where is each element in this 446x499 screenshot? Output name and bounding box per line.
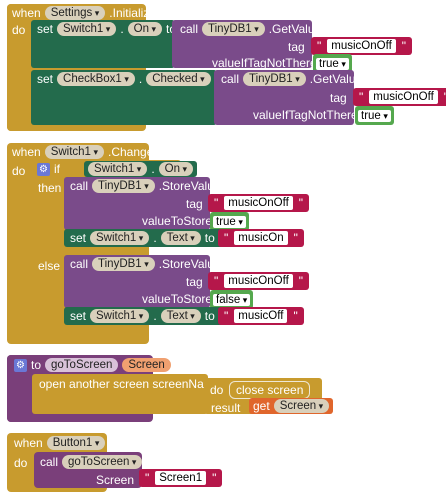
property-dropdown-on[interactable]: On [127,22,163,36]
property-dropdown-text[interactable]: Text [160,309,201,323]
storevalue-header-then: call TinyDB1 .StoreValue [70,179,221,193]
tag-label: tag [186,197,203,211]
value-if-tag-not-there-label: valueIfTagNotThere [212,56,317,70]
else-label: else [38,259,61,273]
component-dropdown-settings[interactable]: Settings [44,6,106,20]
value-to-store-label: valueToStore [142,292,213,306]
text-block-musicon[interactable]: " musicOn " [218,229,304,247]
text-block-musiconoff[interactable]: "musicOnOff" [208,194,310,212]
switch1-on-getter-block[interactable]: Switch1 . On [84,161,198,177]
text-block-screen1[interactable]: " Screen1 " [139,469,223,487]
procedure-header: ⚙ to goToScreen Screen [14,358,171,372]
if-header: ⚙ if [37,162,60,176]
component-dropdown-switch1[interactable]: Switch1 [90,309,150,323]
set-switch1-on-header: set Switch1 . On to [37,22,176,36]
do-label: do [14,456,28,470]
component-dropdown-tinydb1[interactable]: TinyDB1 [92,179,155,193]
do-label: do [12,164,26,178]
component-dropdown-switch1[interactable]: Switch1 [90,231,150,245]
close-screen-block[interactable]: close screen [229,381,311,399]
switch1-changed-header: when Switch1 .Changed [12,145,160,159]
set-checkbox1-header: set CheckBox1 . Checked to [37,72,225,86]
then-label: then [38,181,62,195]
tag-label: tag [330,91,347,105]
screen-arg-label: Screen [96,473,135,487]
tag-label: tag [288,40,305,54]
result-label: result [211,401,241,415]
gear-icon[interactable]: ⚙ [14,358,27,372]
property-dropdown-text[interactable]: Text [160,231,201,245]
getvalue-header-2: call TinyDB1 .GetValue [221,72,362,86]
boolean-true-block[interactable]: true [355,106,394,125]
procedure-dropdown-gotoscreen[interactable]: goToScreen [62,455,143,469]
component-dropdown-switch1[interactable]: Switch1 [44,145,104,159]
component-dropdown-switch1[interactable]: Switch1 [88,162,148,176]
text-block-musiconoff[interactable]: "musicOnOff" [353,88,446,106]
button1-click-header: when Button1 .Click [14,436,139,450]
do-label: do [12,23,26,37]
get-screen-block[interactable]: get Screen [249,398,334,414]
property-dropdown-checked[interactable]: Checked [146,72,211,86]
component-dropdown-switch1[interactable]: Switch1 [57,22,117,36]
property-dropdown-on[interactable]: On [158,162,194,176]
open-another-screen-label: open another screen screenName [39,377,221,391]
settings-initialize-header: when Settings .Initialize [12,6,156,20]
component-dropdown-checkbox1[interactable]: CheckBox1 [57,72,135,86]
value-to-store-label: valueToStore [142,214,213,228]
getvalue-header-1: call TinyDB1 .GetValue [180,22,321,36]
text-block-musicoff[interactable]: " musicOff " [218,307,304,325]
component-dropdown-button1[interactable]: Button1 [46,436,106,450]
variable-dropdown-screen[interactable]: Screen [273,399,330,413]
component-dropdown-tinydb1[interactable]: TinyDB1 [243,72,306,86]
component-dropdown-tinydb1[interactable]: TinyDB1 [202,22,265,36]
procedure-param-screen[interactable]: Screen [122,358,171,372]
value-if-tag-not-there-label: valueIfTagNotThere [253,108,358,122]
gear-icon[interactable]: ⚙ [37,162,50,176]
procedure-name-field[interactable]: goToScreen [45,358,119,372]
component-dropdown-tinydb1[interactable]: TinyDB1 [92,257,155,271]
storevalue-header-else: call TinyDB1 .StoreValue [70,257,221,271]
set-switch1-text-header-then: set Switch1 . Text to [70,231,215,245]
text-block-musiconoff[interactable]: "musicOnOff" [208,272,310,290]
tag-label: tag [186,275,203,289]
call-gotoscreen-header: call goToScreen [40,455,143,469]
set-switch1-text-header-else: set Switch1 . Text to [70,309,215,323]
do-label: do [210,383,224,397]
text-block-musiconoff[interactable]: "musicOnOff" [311,37,413,55]
